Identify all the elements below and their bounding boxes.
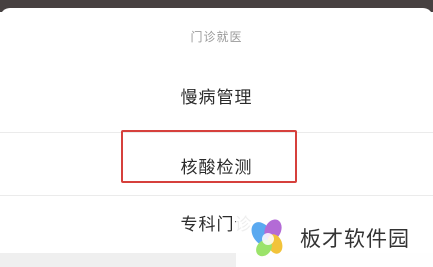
sheet-title: 门诊就医 bbox=[190, 30, 243, 44]
watermark: 板才软件园 bbox=[236, 208, 433, 267]
watermark-text: 板才软件园 bbox=[300, 226, 410, 251]
colorful-petal-logo-icon bbox=[242, 212, 294, 264]
option-label: 慢病管理 bbox=[180, 87, 253, 108]
option-chronic-disease[interactable]: 慢病管理 bbox=[0, 64, 433, 126]
highlight-annotation-box bbox=[121, 130, 297, 183]
screen: 门诊就医 慢病管理 核酸检测 专科门诊 板才软件园 bbox=[0, 0, 433, 267]
